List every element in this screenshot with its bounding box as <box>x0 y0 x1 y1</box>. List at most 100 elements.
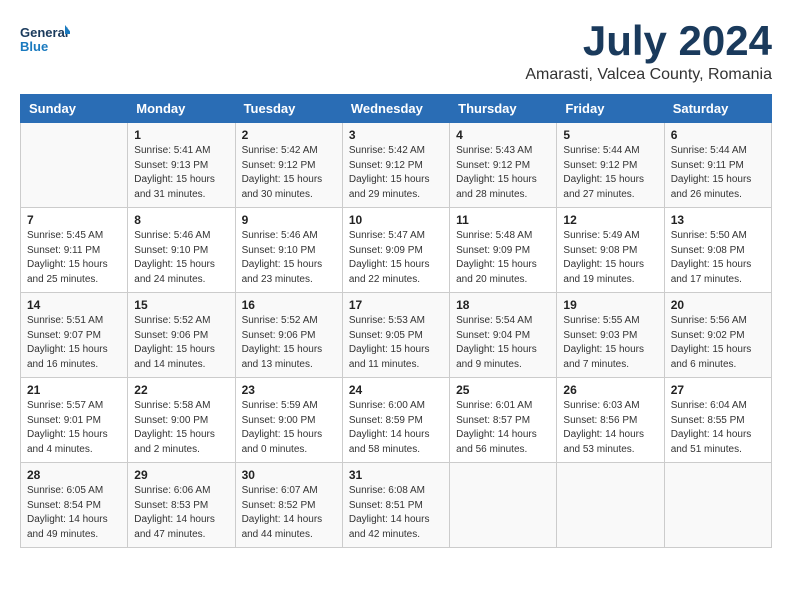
day-number: 21 <box>27 383 121 397</box>
day-info: Sunrise: 6:07 AM Sunset: 8:52 PM Dayligh… <box>242 484 336 542</box>
calendar-cell: 1 Sunrise: 5:41 AM Sunset: 9:13 PM Daylig… <box>128 123 235 208</box>
day-number: 5 <box>563 128 657 142</box>
calendar-cell: 30 Sunrise: 6:07 AM Sunset: 8:52 PM Dayli… <box>235 463 342 548</box>
calendar-header-row: SundayMondayTuesdayWednesdayThursdayFrid… <box>21 95 772 123</box>
col-header-sunday: Sunday <box>21 95 128 123</box>
day-number: 17 <box>349 298 443 312</box>
day-number: 14 <box>27 298 121 312</box>
day-info: Sunrise: 5:42 AM Sunset: 9:12 PM Dayligh… <box>242 144 336 202</box>
day-number: 29 <box>134 468 228 482</box>
day-info: Sunrise: 5:56 AM Sunset: 9:02 PM Dayligh… <box>671 314 765 372</box>
location-title: Amarasti, Valcea County, Romania <box>525 66 772 84</box>
calendar-week-row: 7 Sunrise: 5:45 AM Sunset: 9:11 PM Daylig… <box>21 208 772 293</box>
calendar-week-row: 21 Sunrise: 5:57 AM Sunset: 9:01 PM Dayli… <box>21 378 772 463</box>
calendar-cell: 8 Sunrise: 5:46 AM Sunset: 9:10 PM Daylig… <box>128 208 235 293</box>
day-info: Sunrise: 5:52 AM Sunset: 9:06 PM Dayligh… <box>134 314 228 372</box>
day-number: 1 <box>134 128 228 142</box>
day-info: Sunrise: 5:55 AM Sunset: 9:03 PM Dayligh… <box>563 314 657 372</box>
col-header-friday: Friday <box>557 95 664 123</box>
day-number: 9 <box>242 213 336 227</box>
day-info: Sunrise: 5:41 AM Sunset: 9:13 PM Dayligh… <box>134 144 228 202</box>
day-number: 7 <box>27 213 121 227</box>
day-info: Sunrise: 5:45 AM Sunset: 9:11 PM Dayligh… <box>27 229 121 287</box>
calendar-cell: 26 Sunrise: 6:03 AM Sunset: 8:56 PM Dayli… <box>557 378 664 463</box>
calendar-cell: 31 Sunrise: 6:08 AM Sunset: 8:51 PM Dayli… <box>342 463 449 548</box>
day-number: 27 <box>671 383 765 397</box>
calendar-cell <box>664 463 771 548</box>
day-info: Sunrise: 5:57 AM Sunset: 9:01 PM Dayligh… <box>27 399 121 457</box>
day-number: 26 <box>563 383 657 397</box>
calendar-cell: 6Sunrise: 5:44 AM Sunset: 9:11 PM Daylig… <box>664 123 771 208</box>
day-info: Sunrise: 6:04 AM Sunset: 8:55 PM Dayligh… <box>671 399 765 457</box>
calendar-cell: 20 Sunrise: 5:56 AM Sunset: 9:02 PM Dayli… <box>664 293 771 378</box>
day-info: Sunrise: 5:46 AM Sunset: 9:10 PM Dayligh… <box>242 229 336 287</box>
day-info: Sunrise: 5:48 AM Sunset: 9:09 PM Dayligh… <box>456 229 550 287</box>
calendar-cell: 18Sunrise: 5:54 AM Sunset: 9:04 PM Dayli… <box>450 293 557 378</box>
day-number: 10 <box>349 213 443 227</box>
day-number: 4 <box>456 128 550 142</box>
calendar-cell: 15 Sunrise: 5:52 AM Sunset: 9:06 PM Dayli… <box>128 293 235 378</box>
calendar-cell: 11Sunrise: 5:48 AM Sunset: 9:09 PM Dayli… <box>450 208 557 293</box>
title-block: July 2024 Amarasti, Valcea County, Roman… <box>525 20 772 84</box>
day-info: Sunrise: 6:00 AM Sunset: 8:59 PM Dayligh… <box>349 399 443 457</box>
calendar-cell: 7 Sunrise: 5:45 AM Sunset: 9:11 PM Daylig… <box>21 208 128 293</box>
calendar-cell: 17 Sunrise: 5:53 AM Sunset: 9:05 PM Dayli… <box>342 293 449 378</box>
day-number: 8 <box>134 213 228 227</box>
calendar-cell: 2Sunrise: 5:42 AM Sunset: 9:12 PM Daylig… <box>235 123 342 208</box>
day-number: 19 <box>563 298 657 312</box>
day-number: 31 <box>349 468 443 482</box>
day-number: 15 <box>134 298 228 312</box>
calendar-cell: 12Sunrise: 5:49 AM Sunset: 9:08 PM Dayli… <box>557 208 664 293</box>
calendar-cell: 19 Sunrise: 5:55 AM Sunset: 9:03 PM Dayli… <box>557 293 664 378</box>
calendar-cell: 22 Sunrise: 5:58 AM Sunset: 9:00 PM Dayli… <box>128 378 235 463</box>
month-title: July 2024 <box>525 20 772 62</box>
col-header-wednesday: Wednesday <box>342 95 449 123</box>
calendar-cell: 21 Sunrise: 5:57 AM Sunset: 9:01 PM Dayli… <box>21 378 128 463</box>
calendar-cell: 29Sunrise: 6:06 AM Sunset: 8:53 PM Dayli… <box>128 463 235 548</box>
day-info: Sunrise: 6:08 AM Sunset: 8:51 PM Dayligh… <box>349 484 443 542</box>
day-info: Sunrise: 5:53 AM Sunset: 9:05 PM Dayligh… <box>349 314 443 372</box>
calendar-cell: 9 Sunrise: 5:46 AM Sunset: 9:10 PM Daylig… <box>235 208 342 293</box>
page-header: General Blue July 2024 Amarasti, Valcea … <box>20 20 772 84</box>
day-info: Sunrise: 5:44 AM Sunset: 9:12 PM Dayligh… <box>563 144 657 202</box>
calendar-week-row: 28 Sunrise: 6:05 AM Sunset: 8:54 PM Dayli… <box>21 463 772 548</box>
calendar-week-row: 14Sunrise: 5:51 AM Sunset: 9:07 PM Dayli… <box>21 293 772 378</box>
day-info: Sunrise: 6:03 AM Sunset: 8:56 PM Dayligh… <box>563 399 657 457</box>
day-info: Sunrise: 6:01 AM Sunset: 8:57 PM Dayligh… <box>456 399 550 457</box>
day-number: 30 <box>242 468 336 482</box>
calendar-cell: 3 Sunrise: 5:42 AM Sunset: 9:12 PM Daylig… <box>342 123 449 208</box>
calendar-cell: 16Sunrise: 5:52 AM Sunset: 9:06 PM Dayli… <box>235 293 342 378</box>
calendar-cell: 5 Sunrise: 5:44 AM Sunset: 9:12 PM Daylig… <box>557 123 664 208</box>
day-number: 3 <box>349 128 443 142</box>
calendar-cell: 25Sunrise: 6:01 AM Sunset: 8:57 PM Dayli… <box>450 378 557 463</box>
day-info: Sunrise: 5:46 AM Sunset: 9:10 PM Dayligh… <box>134 229 228 287</box>
calendar-cell: 23 Sunrise: 5:59 AM Sunset: 9:00 PM Dayli… <box>235 378 342 463</box>
calendar-cell: 27 Sunrise: 6:04 AM Sunset: 8:55 PM Dayli… <box>664 378 771 463</box>
day-number: 22 <box>134 383 228 397</box>
day-number: 20 <box>671 298 765 312</box>
day-number: 6 <box>671 128 765 142</box>
day-info: Sunrise: 5:50 AM Sunset: 9:08 PM Dayligh… <box>671 229 765 287</box>
day-number: 28 <box>27 468 121 482</box>
day-info: Sunrise: 6:05 AM Sunset: 8:54 PM Dayligh… <box>27 484 121 542</box>
calendar-cell: 24Sunrise: 6:00 AM Sunset: 8:59 PM Dayli… <box>342 378 449 463</box>
col-header-saturday: Saturday <box>664 95 771 123</box>
svg-text:General: General <box>20 25 68 40</box>
calendar-week-row: 1 Sunrise: 5:41 AM Sunset: 9:13 PM Daylig… <box>21 123 772 208</box>
calendar-table: SundayMondayTuesdayWednesdayThursdayFrid… <box>20 94 772 548</box>
calendar-cell <box>21 123 128 208</box>
day-info: Sunrise: 5:58 AM Sunset: 9:00 PM Dayligh… <box>134 399 228 457</box>
calendar-cell: 4 Sunrise: 5:43 AM Sunset: 9:12 PM Daylig… <box>450 123 557 208</box>
day-info: Sunrise: 5:43 AM Sunset: 9:12 PM Dayligh… <box>456 144 550 202</box>
day-info: Sunrise: 5:54 AM Sunset: 9:04 PM Dayligh… <box>456 314 550 372</box>
calendar-cell: 13Sunrise: 5:50 AM Sunset: 9:08 PM Dayli… <box>664 208 771 293</box>
logo-svg: General Blue <box>20 20 70 60</box>
day-number: 23 <box>242 383 336 397</box>
col-header-thursday: Thursday <box>450 95 557 123</box>
day-info: Sunrise: 5:59 AM Sunset: 9:00 PM Dayligh… <box>242 399 336 457</box>
calendar-cell: 10Sunrise: 5:47 AM Sunset: 9:09 PM Dayli… <box>342 208 449 293</box>
day-info: Sunrise: 5:42 AM Sunset: 9:12 PM Dayligh… <box>349 144 443 202</box>
col-header-monday: Monday <box>128 95 235 123</box>
logo: General Blue <box>20 20 70 60</box>
calendar-cell: 28 Sunrise: 6:05 AM Sunset: 8:54 PM Dayli… <box>21 463 128 548</box>
